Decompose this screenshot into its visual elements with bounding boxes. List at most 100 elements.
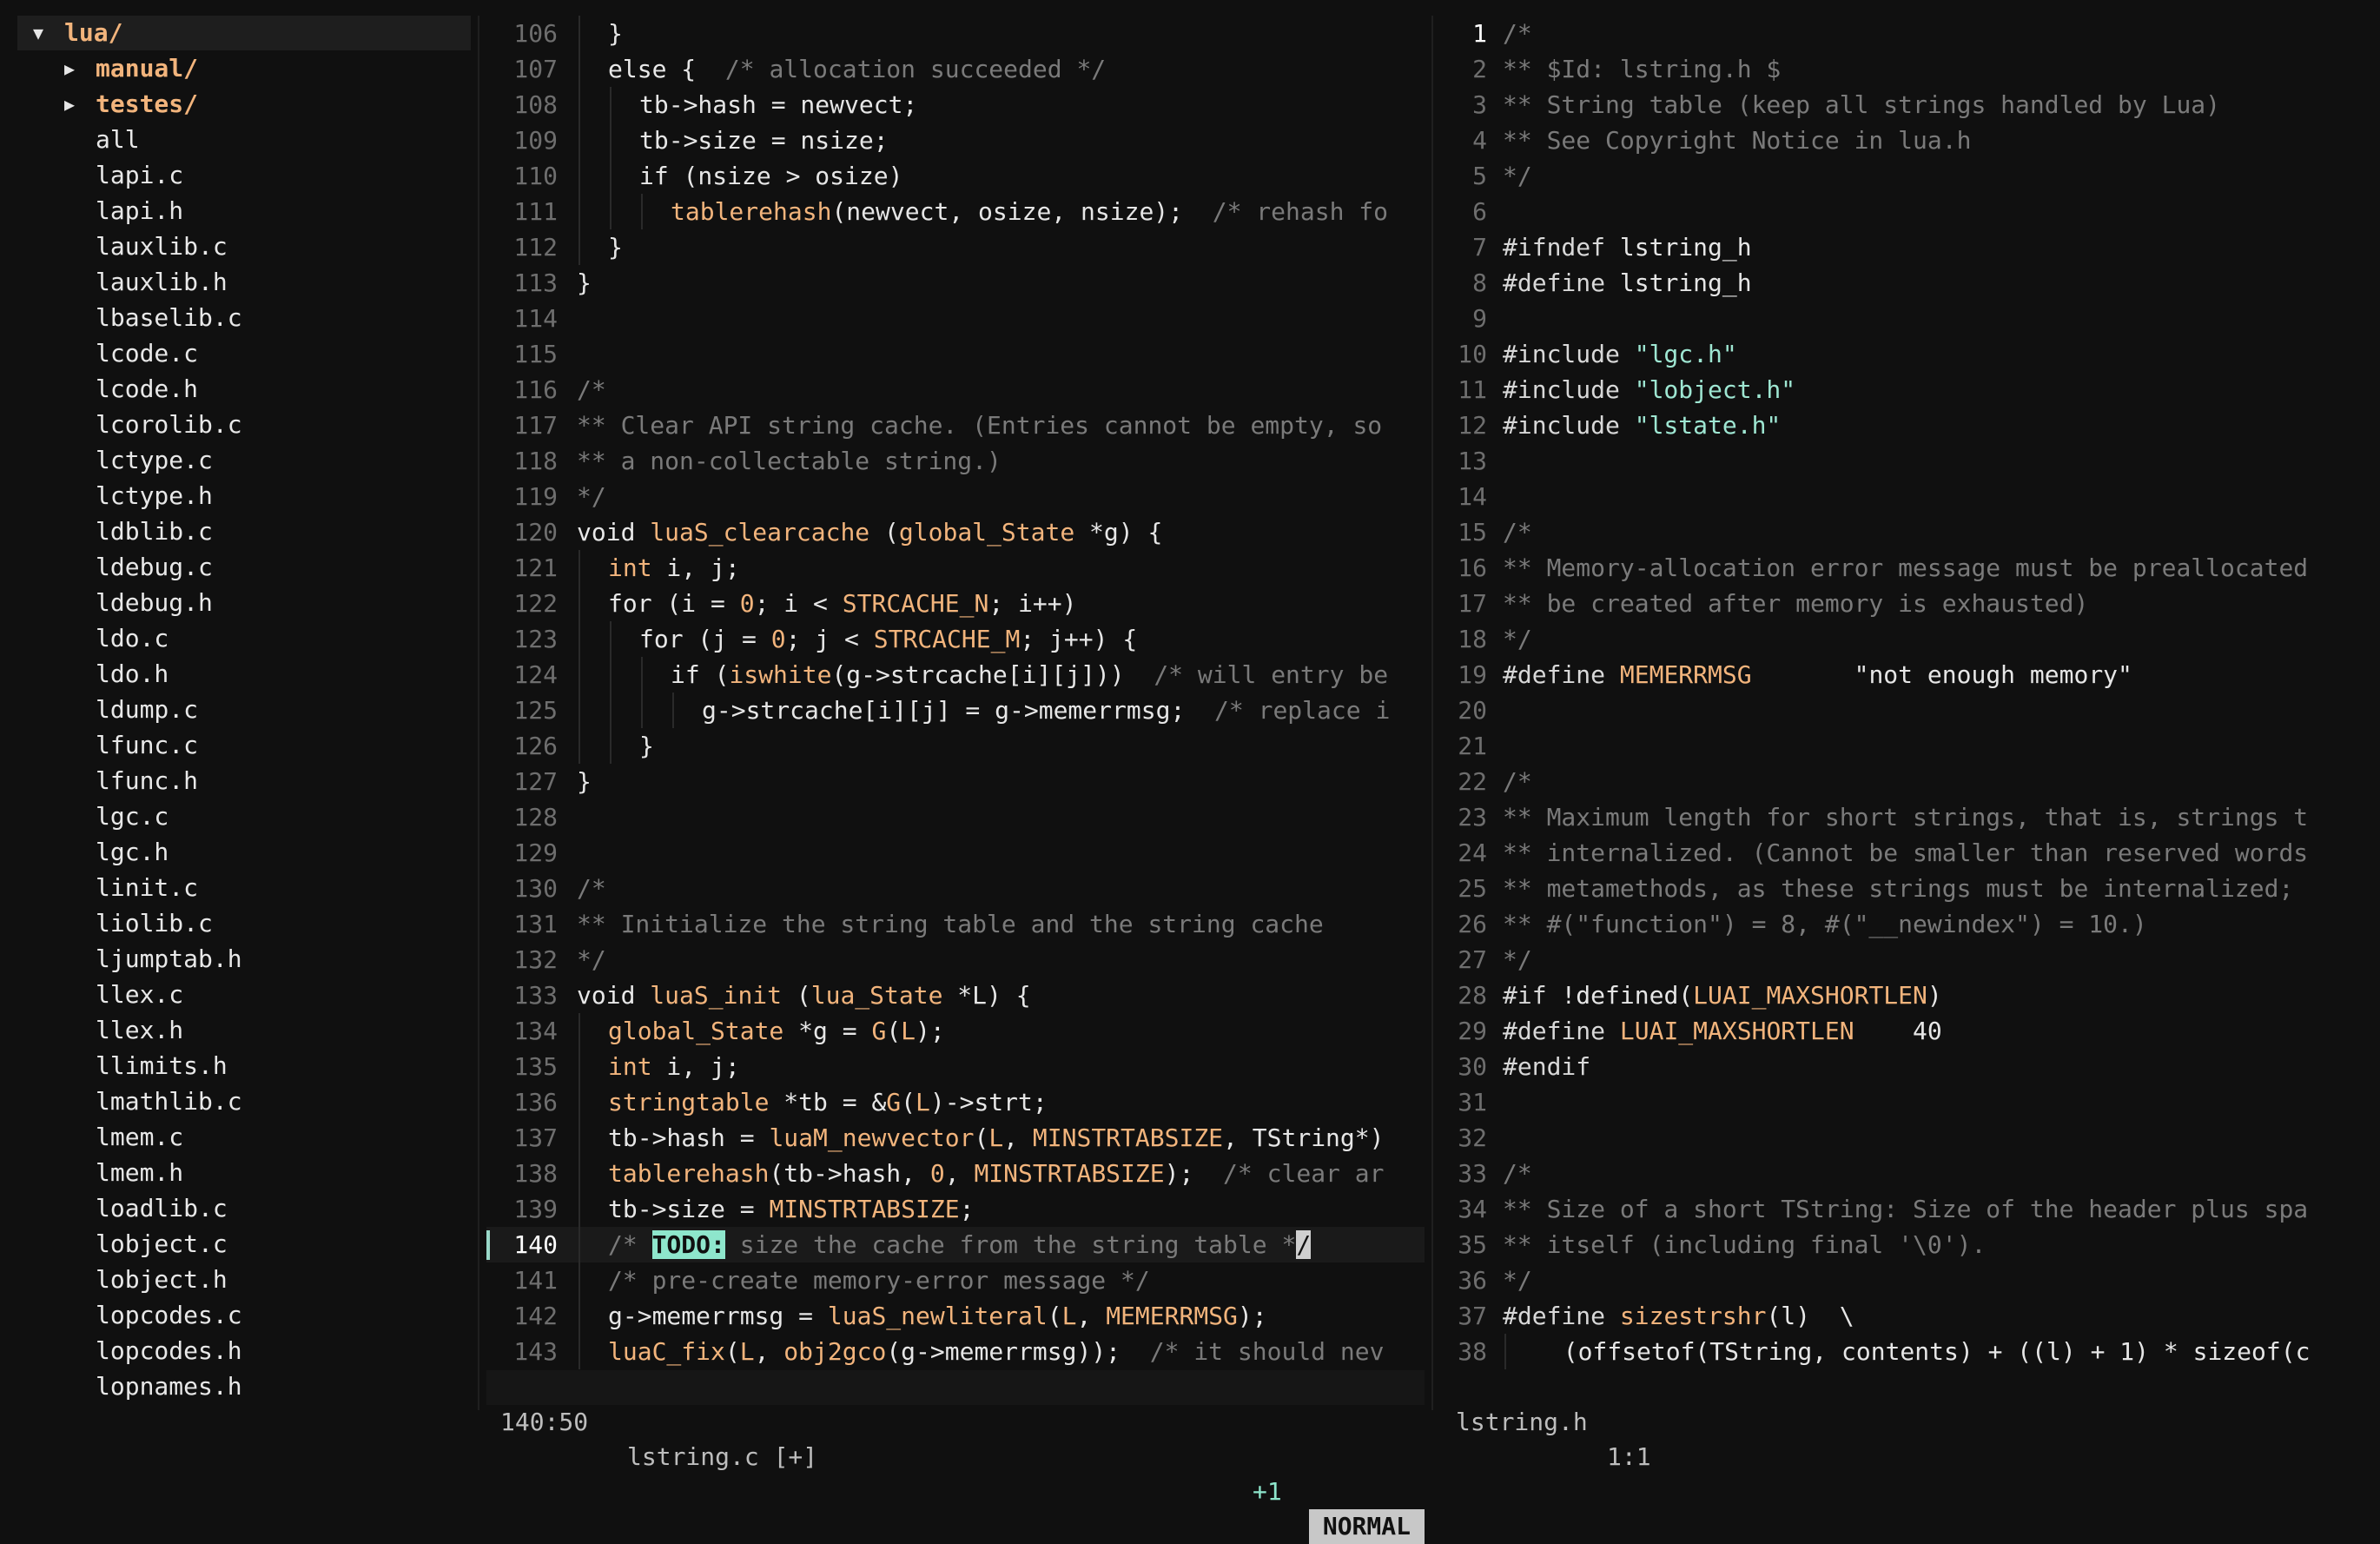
- editor-pane-right[interactable]: 1 /* 2 ** $Id: lstring.h $ 3 ** String table …: [1442, 16, 2380, 1371]
- code-line[interactable]: 4 ** See Copyright Notice in lua.h: [1442, 123, 2380, 158]
- code-line[interactable]: 130 /*: [486, 871, 1425, 906]
- tree-file[interactable]: lgc.c: [17, 799, 471, 834]
- code-line[interactable]: 30 #endif: [1442, 1049, 2380, 1084]
- code-line[interactable]: 15 /*: [1442, 514, 2380, 550]
- code-line[interactable]: 126}: [486, 728, 1425, 764]
- tree-file[interactable]: liolib.c: [17, 906, 471, 941]
- tree-file[interactable]: loadlib.c: [17, 1191, 471, 1226]
- code-line[interactable]: 3 ** String table (keep all strings handl…: [1442, 87, 2380, 123]
- tree-file[interactable]: lmathlib.c: [17, 1084, 471, 1119]
- tree-file[interactable]: lcode.h: [17, 372, 471, 407]
- code-line[interactable]: 128: [486, 799, 1425, 835]
- tree-file[interactable]: lopnames.h: [17, 1369, 471, 1404]
- code-line[interactable]: 34 ** Size of a short TString: Size of th…: [1442, 1191, 2380, 1227]
- code-line[interactable]: 129: [486, 835, 1425, 871]
- tree-file[interactable]: linit.c: [17, 871, 471, 905]
- tree-file[interactable]: ldebug.c: [17, 550, 471, 585]
- code-line[interactable]: 26 ** #("function") = 8, #("__newindex") …: [1442, 906, 2380, 942]
- tree-file[interactable]: lctype.h: [17, 479, 471, 514]
- code-line[interactable]: 29 #define LUAI_MAXSHORTLEN 40: [1442, 1013, 2380, 1049]
- code-line[interactable]: 124 if (iswhite(g->strcache[i][j])) /* wi…: [486, 657, 1425, 692]
- code-line[interactable]: 125 g->strcache[i][j] = g->memerrmsg; /* …: [486, 692, 1425, 728]
- code-line[interactable]: 110 if (nsize > osize): [486, 158, 1425, 194]
- tree-folder[interactable]: ▶ testes/: [17, 87, 471, 122]
- tree-file[interactable]: lobject.h: [17, 1262, 471, 1297]
- tree-file[interactable]: lbaselib.c: [17, 301, 471, 335]
- code-line[interactable]: 120 void luaS_clearcache (global_State *g…: [486, 514, 1425, 550]
- tree-file[interactable]: lobject.c: [17, 1227, 471, 1262]
- tree-file[interactable]: ljumptab.h: [17, 942, 471, 977]
- code-line[interactable]: 12 #include "lstate.h": [1442, 408, 2380, 443]
- code-line[interactable]: 113}: [486, 265, 1425, 301]
- code-line[interactable]: 7 #ifndef lstring_h: [1442, 229, 2380, 265]
- code-line[interactable]: 14: [1442, 479, 2380, 514]
- code-line[interactable]: 2 ** $Id: lstring.h $: [1442, 51, 2380, 87]
- code-line[interactable]: 32: [1442, 1120, 2380, 1156]
- code-line[interactable]: 132 */: [486, 942, 1425, 977]
- code-line[interactable]: 6: [1442, 194, 2380, 229]
- tree-file[interactable]: lcorolib.c: [17, 408, 471, 442]
- code-line[interactable]: 23 ** Maximum length for short strings, t…: [1442, 799, 2380, 835]
- code-line[interactable]: 1 /*: [1442, 16, 2380, 51]
- code-line[interactable]: 13: [1442, 443, 2380, 479]
- code-line[interactable]: 115: [486, 336, 1425, 372]
- code-line[interactable]: 35 ** itself (including final '\0').: [1442, 1227, 2380, 1262]
- code-line[interactable]: 8 #define lstring_h: [1442, 265, 2380, 301]
- chevron-down-icon[interactable]: ▼: [33, 16, 43, 50]
- code-line[interactable]: 21: [1442, 728, 2380, 764]
- tree-file[interactable]: lopcodes.h: [17, 1334, 471, 1368]
- code-line[interactable]: 22 /*: [1442, 764, 2380, 799]
- code-line[interactable]: 118 ** a non-collectable string.): [486, 443, 1425, 479]
- tree-file[interactable]: ldblib.c: [17, 514, 471, 549]
- code-line[interactable]: 140 /* TODO: size the cache from the stri…: [486, 1227, 1425, 1262]
- code-line[interactable]: 116 /*: [486, 372, 1425, 408]
- code-line[interactable]: 131 ** Initialize the string table and th…: [486, 906, 1425, 942]
- code-line[interactable]: 10 #include "lgc.h": [1442, 336, 2380, 372]
- tree-file[interactable]: lgc.h: [17, 835, 471, 870]
- code-line[interactable]: 31: [1442, 1084, 2380, 1120]
- code-line[interactable]: 134 global_State *g = G(L);: [486, 1013, 1425, 1049]
- code-line[interactable]: 17 ** be created after memory is exhauste…: [1442, 586, 2380, 621]
- code-line[interactable]: 106}: [486, 16, 1425, 51]
- tree-file[interactable]: ldo.c: [17, 621, 471, 656]
- tree-file[interactable]: llimits.h: [17, 1049, 471, 1083]
- chevron-right-icon[interactable]: ▶: [64, 87, 75, 122]
- tree-file[interactable]: llex.c: [17, 977, 471, 1012]
- code-line[interactable]: 27 */: [1442, 942, 2380, 977]
- editor-pane-left[interactable]: 106} 107 else { /* allocation succeeded */…: [486, 16, 1425, 1371]
- tree-file[interactable]: lmem.c: [17, 1120, 471, 1155]
- code-line[interactable]: 138 tablerehash(tb->hash, 0, MINSTRTABSIZ…: [486, 1156, 1425, 1191]
- tree-file[interactable]: ldump.c: [17, 692, 471, 727]
- code-line[interactable]: 135 int i, j;: [486, 1049, 1425, 1084]
- code-line[interactable]: 16 ** Memory-allocation error message mus…: [1442, 550, 2380, 586]
- code-line[interactable]: 142 g->memerrmsg = luaS_newliteral(L, MEM…: [486, 1298, 1425, 1334]
- tree-file[interactable]: lopcodes.c: [17, 1298, 471, 1333]
- tree-file[interactable]: ldebug.h: [17, 586, 471, 620]
- code-line[interactable]: 18 */: [1442, 621, 2380, 657]
- code-line[interactable]: 19 #define MEMERRMSG "not enough memory": [1442, 657, 2380, 692]
- code-line[interactable]: 111 tablerehash(newvect, osize, nsize); /…: [486, 194, 1425, 229]
- code-line[interactable]: 112}: [486, 229, 1425, 265]
- code-line[interactable]: 121 int i, j;: [486, 550, 1425, 586]
- tree-file[interactable]: lctype.c: [17, 443, 471, 478]
- tree-file[interactable]: lcode.c: [17, 336, 471, 371]
- code-line[interactable]: 119 */: [486, 479, 1425, 514]
- code-line[interactable]: 11 #include "lobject.h": [1442, 372, 2380, 408]
- tree-file[interactable]: llex.h: [17, 1013, 471, 1048]
- code-line[interactable]: 109 tb->size = nsize;: [486, 123, 1425, 158]
- tree-file[interactable]: lfunc.h: [17, 764, 471, 799]
- code-line[interactable]: 141 /* pre-create memory-error message */: [486, 1262, 1425, 1298]
- code-line[interactable]: 122 for (i = 0; i < STRCACHE_N; i++): [486, 586, 1425, 621]
- tree-folder[interactable]: ▶ manual/: [17, 51, 471, 86]
- code-line[interactable]: 123 for (j = 0; j < STRCACHE_M; j++) {: [486, 621, 1425, 657]
- tree-file[interactable]: lauxlib.c: [17, 229, 471, 264]
- pane-divider-left[interactable]: [478, 16, 479, 1410]
- code-line[interactable]: 25 ** metamethods, as these strings must …: [1442, 871, 2380, 906]
- code-line[interactable]: 114: [486, 301, 1425, 336]
- tree-file[interactable]: lfunc.c: [17, 728, 471, 763]
- code-line[interactable]: 133 void luaS_init (lua_State *L) {: [486, 977, 1425, 1013]
- pane-divider-right[interactable]: [1431, 16, 1433, 1410]
- tree-file[interactable]: lauxlib.h: [17, 265, 471, 300]
- code-line[interactable]: 143 luaC_fix(L, obj2gco(g->memerrmsg)); /…: [486, 1334, 1425, 1369]
- code-line[interactable]: 127}: [486, 764, 1425, 799]
